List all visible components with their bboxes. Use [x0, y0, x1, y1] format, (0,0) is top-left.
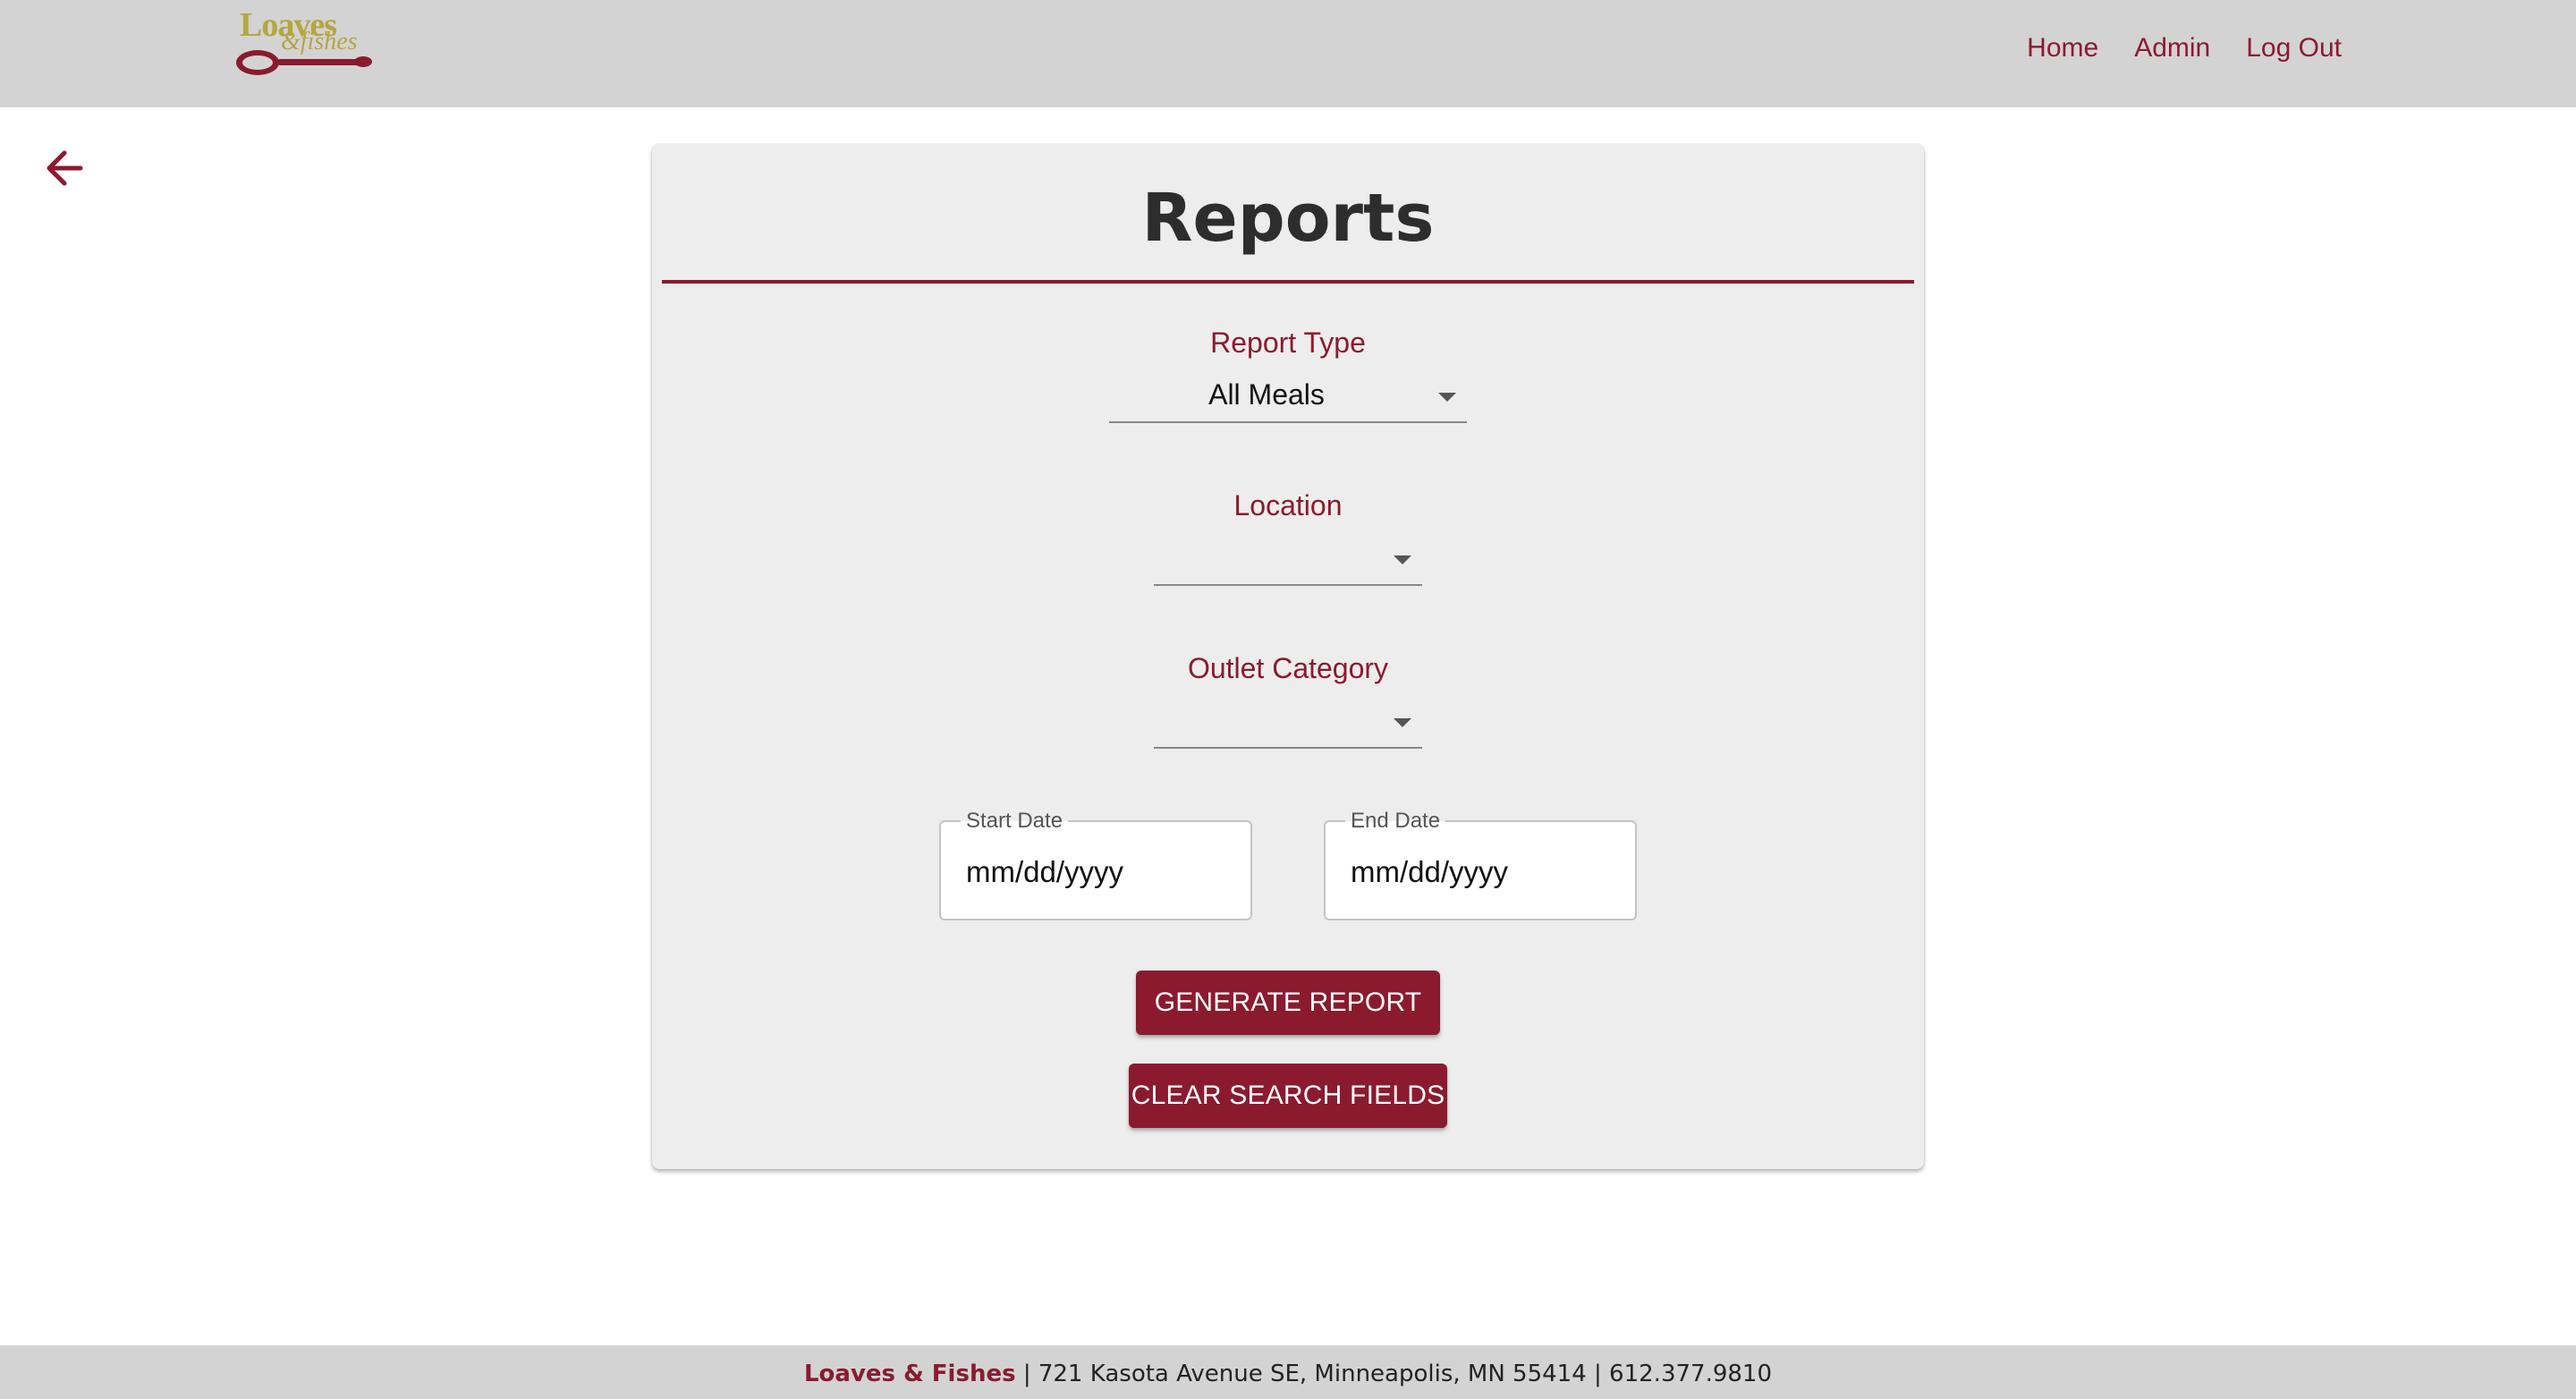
footer-brand: Loaves & Fishes: [803, 1361, 1016, 1387]
end-date-label: End Date: [1345, 810, 1446, 833]
generate-report-button[interactable]: Generate Report: [1136, 971, 1440, 1035]
start-date-field[interactable]: Start Date mm/dd/yyyy: [939, 810, 1252, 920]
location-label: Location: [1233, 489, 1343, 521]
start-date-placeholder: mm/dd/yyyy: [966, 855, 1124, 888]
nav-home-link[interactable]: Home: [2027, 30, 2098, 66]
caret-down-icon: [1394, 555, 1411, 564]
caret-down-icon: [1394, 718, 1411, 727]
nav-logout-link[interactable]: Log Out: [2246, 30, 2342, 66]
location-select[interactable]: [1154, 530, 1422, 586]
caret-down-icon: [1438, 393, 1456, 402]
title-divider: [662, 280, 1914, 284]
end-date-field[interactable]: End Date mm/dd/yyyy: [1324, 810, 1637, 920]
report-type-select[interactable]: All Meals: [1109, 368, 1467, 423]
start-date-label: Start Date: [961, 810, 1069, 833]
report-type-label: Report Type: [1210, 326, 1366, 359]
footer-details: | 721 Kasota Avenue SE, Minneapolis, MN …: [1015, 1361, 1773, 1387]
report-type-value: All Meals: [1208, 378, 1325, 411]
end-date-placeholder: mm/dd/yyyy: [1351, 855, 1509, 888]
reports-card: Reports Report Type All Meals Location O…: [652, 144, 1924, 1169]
footer: Loaves & Fishes | 721 Kasota Avenue SE, …: [0, 1345, 2576, 1399]
outlet-category-label: Outlet Category: [1187, 652, 1389, 684]
outlet-category-select[interactable]: [1154, 693, 1422, 749]
arrow-left-icon[interactable]: [41, 145, 88, 191]
nav-admin-link[interactable]: Admin: [2134, 30, 2210, 66]
logo[interactable]: Loaves &fishes: [234, 7, 374, 77]
page-title: Reports: [1141, 180, 1435, 257]
clear-search-fields-button[interactable]: Clear Search Fields: [1129, 1064, 1447, 1128]
spoon-icon: [236, 50, 372, 75]
navbar: Loaves &fishes Home Admin Log Out: [0, 0, 2576, 107]
nav-links: Home Admin Log Out: [2027, 30, 2342, 66]
